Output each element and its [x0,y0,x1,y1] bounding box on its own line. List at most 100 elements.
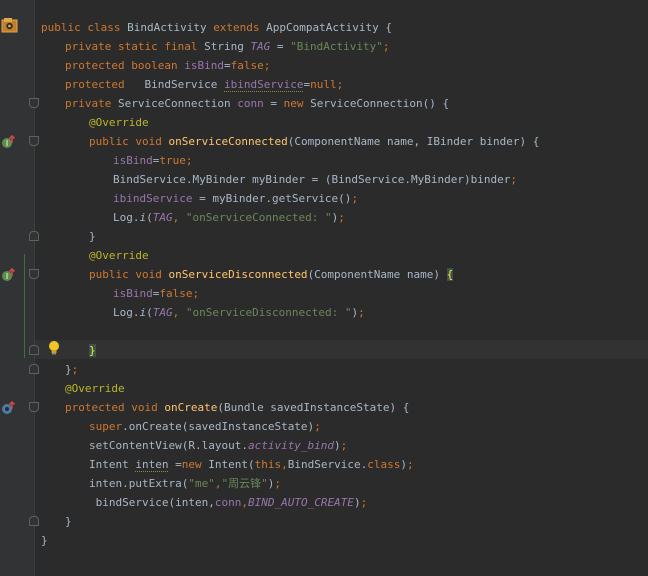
code-line[interactable]: @Override [65,379,125,398]
code-token: public void [89,135,169,148]
code-token: null [310,78,337,91]
code-line[interactable]: public void onServiceConnected(Component… [89,132,539,151]
code-token: , [241,496,248,509]
code-token: ; [274,477,281,490]
code-token: public class [41,21,128,34]
code-token: ) [400,458,407,471]
code-token: Log. [113,306,140,319]
code-token: new [181,458,209,471]
code-line[interactable]: public void onServiceDisconnected(Compon… [89,265,454,284]
code-token: false [230,59,264,72]
code-line[interactable]: protected void onCreate(Bundle savedInst… [65,398,409,417]
code-token: public void [89,268,169,281]
code-token: onServiceConnected [168,135,288,148]
code-token: , [172,306,186,319]
gutter-divider [34,0,35,576]
code-line[interactable]: Log.i(TAG, "onServiceConnected: "); [113,208,345,227]
code-token: ; [338,211,345,224]
class-file-icon[interactable] [1,17,18,34]
override-method-icon[interactable] [1,400,17,416]
code-token: TAG [152,306,173,319]
code-line[interactable]: super.onCreate(savedInstanceState); [89,417,321,436]
svg-text:I: I [6,272,8,281]
implements-method-icon[interactable]: I [1,267,17,283]
fold-toggle[interactable] [29,364,39,374]
code-token: setContentView(R.layout. [89,439,248,452]
implements-method-icon[interactable]: I [1,134,17,150]
code-token: } [89,344,96,357]
code-token: } [41,534,48,547]
code-token: BindActivity [127,21,214,34]
code-token: = [263,97,284,110]
editor-gutter [0,0,34,576]
code-token: ( [146,306,153,319]
code-token: } [89,230,96,243]
code-token: ; [185,154,193,167]
code-token: "me" [188,477,215,490]
lightbulb-icon[interactable] [47,340,61,356]
code-token: @Override [89,116,149,129]
fold-toggle[interactable] [29,98,39,108]
code-line[interactable]: Intent inten =new Intent(this,BindServic… [89,455,414,474]
code-token: BIND_AUTO_CREATE [247,496,354,509]
code-token: ; [360,496,368,509]
code-line[interactable]: @Override [89,246,149,265]
code-token: "onServiceConnected: " [185,211,332,224]
code-token: String [204,40,251,53]
code-line[interactable]: protected boolean isBind=false; [65,56,270,75]
code-token: ; [263,59,271,72]
code-token: ; [336,78,344,91]
code-token: ; [510,173,517,186]
code-token: ; [406,458,414,471]
code-token: ( [146,211,153,224]
code-token: ibindService [223,78,304,92]
fold-toggle[interactable] [29,136,39,146]
code-token: BindService. [287,458,368,471]
code-token: protected boolean [65,59,185,72]
code-line[interactable]: }; [65,360,78,379]
code-token: bindService(inten, [89,496,215,509]
fold-toggle[interactable] [29,269,39,279]
code-token: @Override [89,249,149,262]
code-line[interactable]: private static final String TAG = "BindA… [65,37,390,56]
code-token: private static final [65,40,205,53]
code-line[interactable]: } [41,531,48,550]
code-token: @Override [65,382,125,395]
fold-toggle[interactable] [29,402,39,412]
code-token: onCreate [164,401,218,414]
code-line[interactable]: private ServiceConnection conn = new Ser… [65,94,449,113]
fold-toggle[interactable] [29,231,39,241]
code-token: isBind [113,287,153,300]
code-token: extends [213,21,267,34]
code-token: ; [358,306,365,319]
code-token: ; [382,40,390,53]
code-line[interactable]: setContentView(R.layout.activity_bind); [89,436,347,455]
code-line[interactable]: inten.putExtra("me","周云锋"); [89,474,281,493]
change-marker [24,254,25,358]
code-line[interactable]: isBind=false; [113,284,199,303]
code-line[interactable]: ibindService = myBinder.getService(); [113,189,358,208]
code-token: onServiceDisconnected [168,268,308,281]
code-token: ; [192,287,200,300]
fold-toggle[interactable] [29,345,39,355]
code-token: TAG [250,40,271,53]
code-token: "BindActivity" [290,40,383,53]
fold-toggle[interactable] [29,516,39,526]
code-line[interactable]: } [89,227,96,246]
code-token: BindService.MyBinder myBinder = (BindSer… [113,173,511,186]
code-token: Intent [89,458,136,471]
code-line[interactable]: bindService(inten,conn,BIND_AUTO_CREATE)… [89,493,368,512]
code-line[interactable]: @Override [89,113,149,132]
code-token: (ComponentName name, IBinder binder) { [287,135,540,148]
code-line[interactable]: isBind=true; [113,151,193,170]
code-line[interactable]: } [65,512,72,531]
code-line[interactable]: protected BindService ibindService=null; [65,75,343,94]
code-line[interactable]: Log.i(TAG, "onServiceDisconnected: "); [113,303,365,322]
code-line[interactable]: BindService.MyBinder myBinder = (BindSer… [113,170,517,189]
code-token: ; [351,192,359,205]
code-token: BindService [144,78,224,91]
code-line[interactable]: } [89,341,96,360]
code-token: inten.putExtra( [89,477,189,490]
svg-text:I: I [6,139,8,148]
code-line[interactable]: public class BindActivity extends AppCom… [41,18,392,37]
